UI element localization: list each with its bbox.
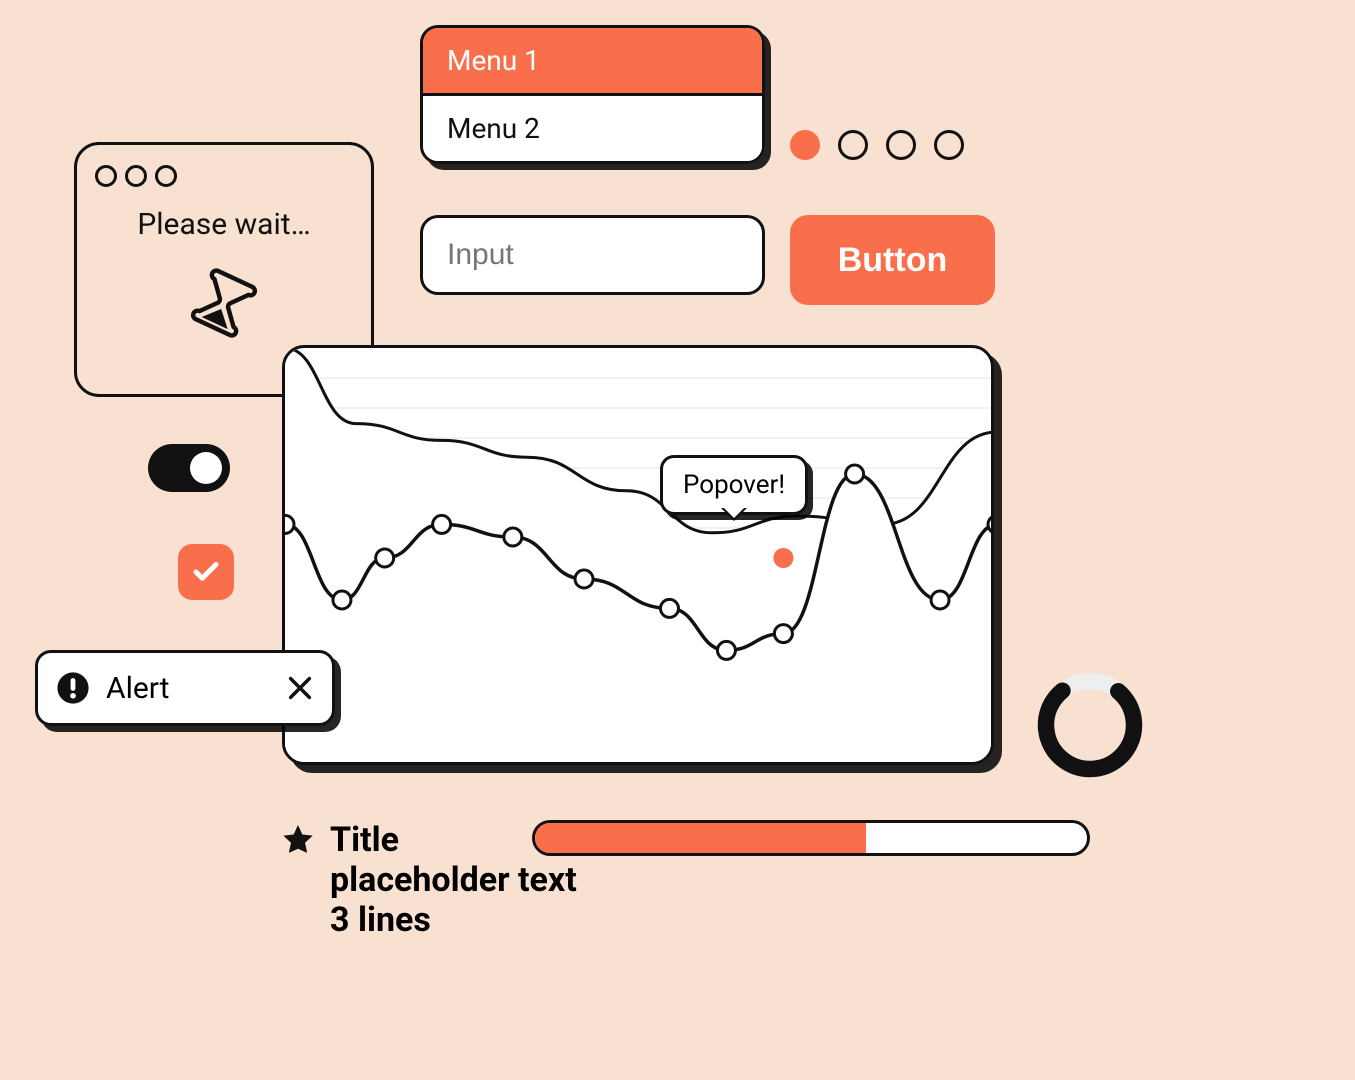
toggle-knob (190, 452, 222, 484)
dropdown-menu: Menu 1 Menu 2 (420, 25, 765, 164)
alert-toast: Alert (35, 650, 335, 726)
close-icon[interactable] (286, 674, 314, 702)
hourglass-icon (186, 263, 263, 343)
toggle-switch[interactable] (148, 444, 230, 492)
pagination-dots (790, 130, 964, 160)
popover: Popover! (660, 455, 808, 515)
pager-dot[interactable] (838, 130, 868, 160)
traffic-dot-icon (155, 165, 177, 187)
pager-dot[interactable] (934, 130, 964, 160)
check-icon (191, 557, 221, 587)
traffic-dot-icon (125, 165, 147, 187)
loading-spinner-icon (1035, 670, 1145, 780)
button-label: Button (838, 241, 948, 279)
text-input[interactable] (420, 215, 765, 295)
pager-dot-active[interactable] (790, 130, 820, 160)
menu-item-label: Menu 1 (447, 44, 540, 77)
progress-fill (535, 823, 866, 853)
title-line-1: Title (330, 820, 399, 860)
menu-item-1[interactable]: Menu 1 (423, 28, 762, 93)
chart-panel (282, 345, 994, 765)
popover-text: Popover! (683, 470, 785, 500)
title-line-2: placeholder text (330, 860, 577, 900)
star-icon (280, 822, 316, 858)
alert-text: Alert (106, 671, 286, 706)
line-chart (285, 348, 994, 765)
traffic-light-dots (77, 145, 371, 187)
primary-button[interactable]: Button (790, 215, 995, 305)
wait-message: Please wait… (77, 207, 371, 242)
title-line-3: 3 lines (330, 900, 577, 940)
menu-item-label: Menu 2 (447, 112, 540, 145)
menu-item-2[interactable]: Menu 2 (423, 93, 762, 161)
progress-bar (532, 820, 1090, 856)
checkbox[interactable] (178, 544, 234, 600)
pager-dot[interactable] (886, 130, 916, 160)
alert-icon (56, 671, 90, 705)
traffic-dot-icon (95, 165, 117, 187)
